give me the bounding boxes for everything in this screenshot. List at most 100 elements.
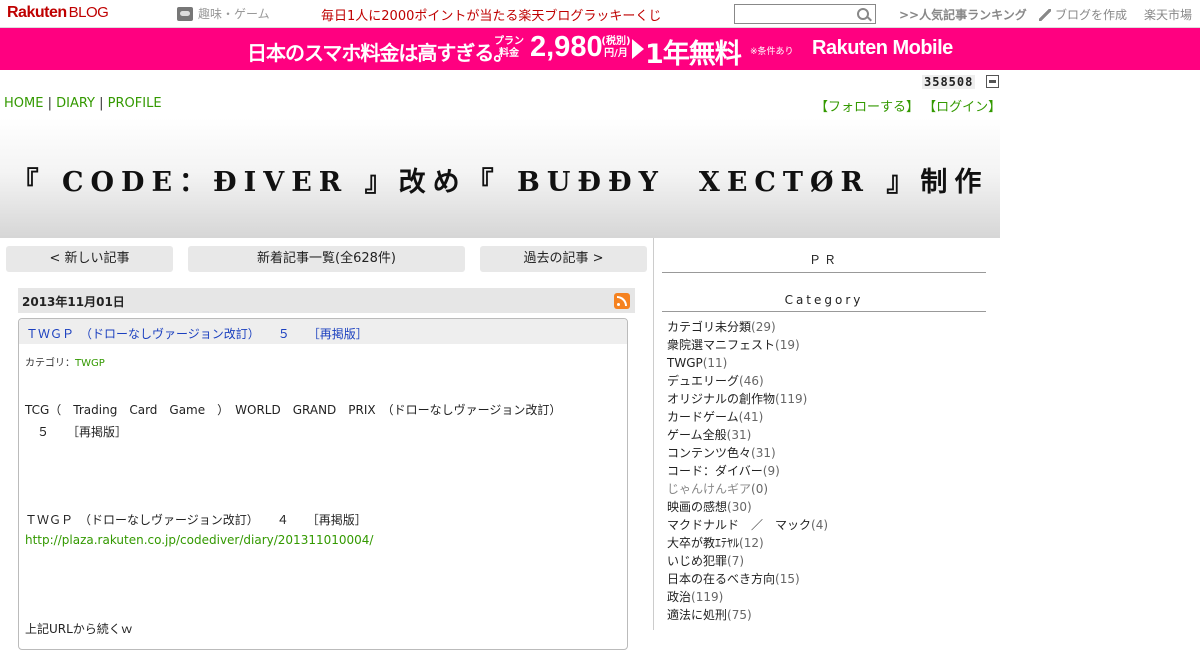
category-item[interactable]: いじめ犯罪(7): [667, 552, 828, 570]
category-item[interactable]: 適法に処刑(75): [667, 606, 828, 624]
category-item[interactable]: 大卒が教ｴﾃﾔﾙ(12): [667, 534, 828, 552]
category-heading: Category: [662, 293, 986, 312]
category-item[interactable]: 政治(119): [667, 588, 828, 606]
category-count: (31): [726, 428, 752, 442]
category-item[interactable]: カテゴリ未分類(29): [667, 318, 828, 336]
category-count: (31): [751, 446, 776, 460]
entry-header: ＴＷＧＰ （ドローなしヴァージョン改訂） ５ ［再掲版］: [19, 319, 627, 344]
category-name[interactable]: 映画の感想: [667, 500, 727, 514]
create-blog-link[interactable]: ブログを作成: [1039, 6, 1127, 23]
entry-body-line: 上記URLから続くｗ: [25, 622, 133, 636]
nav-home[interactable]: HOME: [4, 96, 43, 111]
category-count: (7): [727, 554, 745, 568]
category-item[interactable]: コンテンツ色々(31): [667, 444, 828, 462]
create-blog-label: ブログを作成: [1055, 8, 1128, 22]
category-item[interactable]: コード：ダイバー(9): [667, 462, 828, 480]
banner-brand: Rakuten Mobile: [812, 37, 953, 59]
category-item[interactable]: 映画の感想(30): [667, 498, 828, 516]
rakuten-ichiba-link[interactable]: 楽天市場: [1144, 6, 1192, 23]
blog-title[interactable]: 『 CODE：ĐIVER 』改め『 BUĐĐY XECTØR 』制作: [0, 160, 1000, 199]
category-name[interactable]: 大卒が教ｴﾃﾔﾙ: [667, 536, 739, 550]
category-list: カテゴリ未分類(29) 衆院選マニフェスト(19) TWGP(11) デュエリー…: [667, 318, 828, 624]
category-name[interactable]: 政治: [667, 590, 691, 604]
category-item[interactable]: カードゲーム(41): [667, 408, 828, 426]
category-item[interactable]: デュエリーグ(46): [667, 372, 828, 390]
category-name[interactable]: 日本の在るべき方向: [667, 572, 775, 586]
category-count: (75): [727, 608, 752, 622]
search-input[interactable]: [734, 4, 876, 24]
entry-body-link[interactable]: http://plaza.rakuten.co.jp/codediver/dia…: [25, 533, 373, 547]
arrow-right-icon: [632, 39, 644, 59]
search-icon[interactable]: [857, 8, 869, 20]
category-name[interactable]: カードゲーム: [667, 410, 739, 424]
category-name[interactable]: 適法に処刑: [667, 608, 727, 622]
nav-diary[interactable]: DIARY: [56, 96, 95, 111]
entry-category-prefix: カテゴリ：: [25, 358, 75, 369]
lucky-lottery-link[interactable]: 毎日1人に2000ポイントが当たる楽天ブログラッキーくじ: [321, 5, 661, 24]
category-item[interactable]: じゃんけんギア(0): [667, 480, 828, 498]
banner-price: 2,980: [530, 31, 603, 63]
category-item[interactable]: TWGP(11): [667, 354, 828, 372]
entry-date: 2013年11月01日: [22, 295, 125, 309]
article-list-button[interactable]: 新着記事一覧(全628件): [188, 246, 465, 272]
category-count: (29): [751, 320, 776, 334]
access-counter: 358508: [922, 75, 976, 89]
category-name[interactable]: 衆院選マニフェスト: [667, 338, 775, 352]
category-name[interactable]: オリジナルの創作物: [667, 392, 775, 406]
category-count: (4): [811, 518, 829, 532]
category-count: (0): [751, 482, 769, 496]
category-item[interactable]: 衆院選マニフェスト(19): [667, 336, 828, 354]
category-name[interactable]: コード：ダイバー: [667, 464, 763, 478]
category-count: (19): [775, 338, 800, 352]
nav-separator: |: [95, 96, 108, 111]
follow-button[interactable]: 【フォローする】: [815, 100, 919, 115]
category-count: (41): [738, 410, 764, 424]
nav-profile[interactable]: PROFILE: [108, 96, 162, 111]
category-name[interactable]: デュエリーグ: [667, 374, 739, 388]
older-article-button[interactable]: 過去の記事 >: [480, 246, 647, 272]
banner-note: ※条件あり: [750, 47, 794, 57]
category-count: (15): [775, 572, 800, 586]
banner-free-label: 1年無料: [645, 39, 742, 70]
counter-detail-icon[interactable]: [986, 75, 999, 88]
newer-article-button[interactable]: < 新しい記事: [6, 246, 173, 272]
rakuten-mobile-ad-banner[interactable]: 日本のスマホ料金は高すぎる。 プラン料金 2,980 (税別)円/月 1年無料 …: [0, 28, 1200, 70]
category-count: (46): [739, 374, 764, 388]
follow-login: 【フォローする】 【ログイン】: [815, 96, 1001, 115]
login-button[interactable]: 【ログイン】: [923, 100, 1001, 115]
hobby-game-link[interactable]: 趣味・ゲーム: [177, 5, 270, 22]
category-name[interactable]: カテゴリ未分類: [667, 320, 751, 334]
category-name[interactable]: マクドナルド ／ マック: [667, 518, 811, 532]
category-count: (119): [775, 392, 808, 406]
category-name[interactable]: じゃんけんギア: [667, 482, 751, 496]
category-name[interactable]: ゲーム全般: [667, 428, 727, 442]
category-count: (12): [739, 536, 764, 550]
category-count: (11): [702, 356, 728, 370]
popular-ranking-link[interactable]: >>人気記事ランキング: [899, 6, 1027, 23]
logo-rakuten: Rakuten: [7, 4, 67, 21]
hobby-game-label: 趣味・ゲーム: [198, 7, 270, 21]
category-item[interactable]: マクドナルド ／ マック(4): [667, 516, 828, 534]
gamepad-icon: [177, 6, 193, 21]
banner-headline: 日本のスマホ料金は高すぎる。: [247, 41, 513, 65]
entry-category-link[interactable]: TWGP: [75, 358, 105, 369]
category-count: (119): [691, 590, 724, 604]
pr-heading: ＰＲ: [662, 251, 986, 273]
column-divider: [653, 238, 654, 630]
category-count: (30): [727, 500, 752, 514]
entry-body-line: TCG（ Trading Card Game ） WORLD GRAND PRI…: [25, 403, 562, 417]
category-name[interactable]: いじめ犯罪: [667, 554, 727, 568]
category-name[interactable]: TWGP: [667, 356, 703, 370]
entry-title[interactable]: ＴＷＧＰ （ドローなしヴァージョン改訂） ５ ［再掲版］: [26, 325, 368, 342]
category-item[interactable]: ゲーム全般(31): [667, 426, 828, 444]
entry-category: カテゴリ：TWGP: [25, 354, 105, 369]
category-item[interactable]: 日本の在るべき方向(15): [667, 570, 828, 588]
nav-separator: |: [43, 96, 57, 111]
entry-body-line: ５ ［再掲版］: [25, 425, 128, 439]
category-name[interactable]: コンテンツ色々: [667, 446, 751, 460]
category-item[interactable]: オリジナルの創作物(119): [667, 390, 828, 408]
rakuten-blog-logo[interactable]: Rakuten BLOG: [7, 4, 109, 22]
rss-icon[interactable]: [614, 293, 630, 309]
pencil-icon: [1039, 8, 1051, 21]
category-count: (9): [762, 464, 780, 478]
